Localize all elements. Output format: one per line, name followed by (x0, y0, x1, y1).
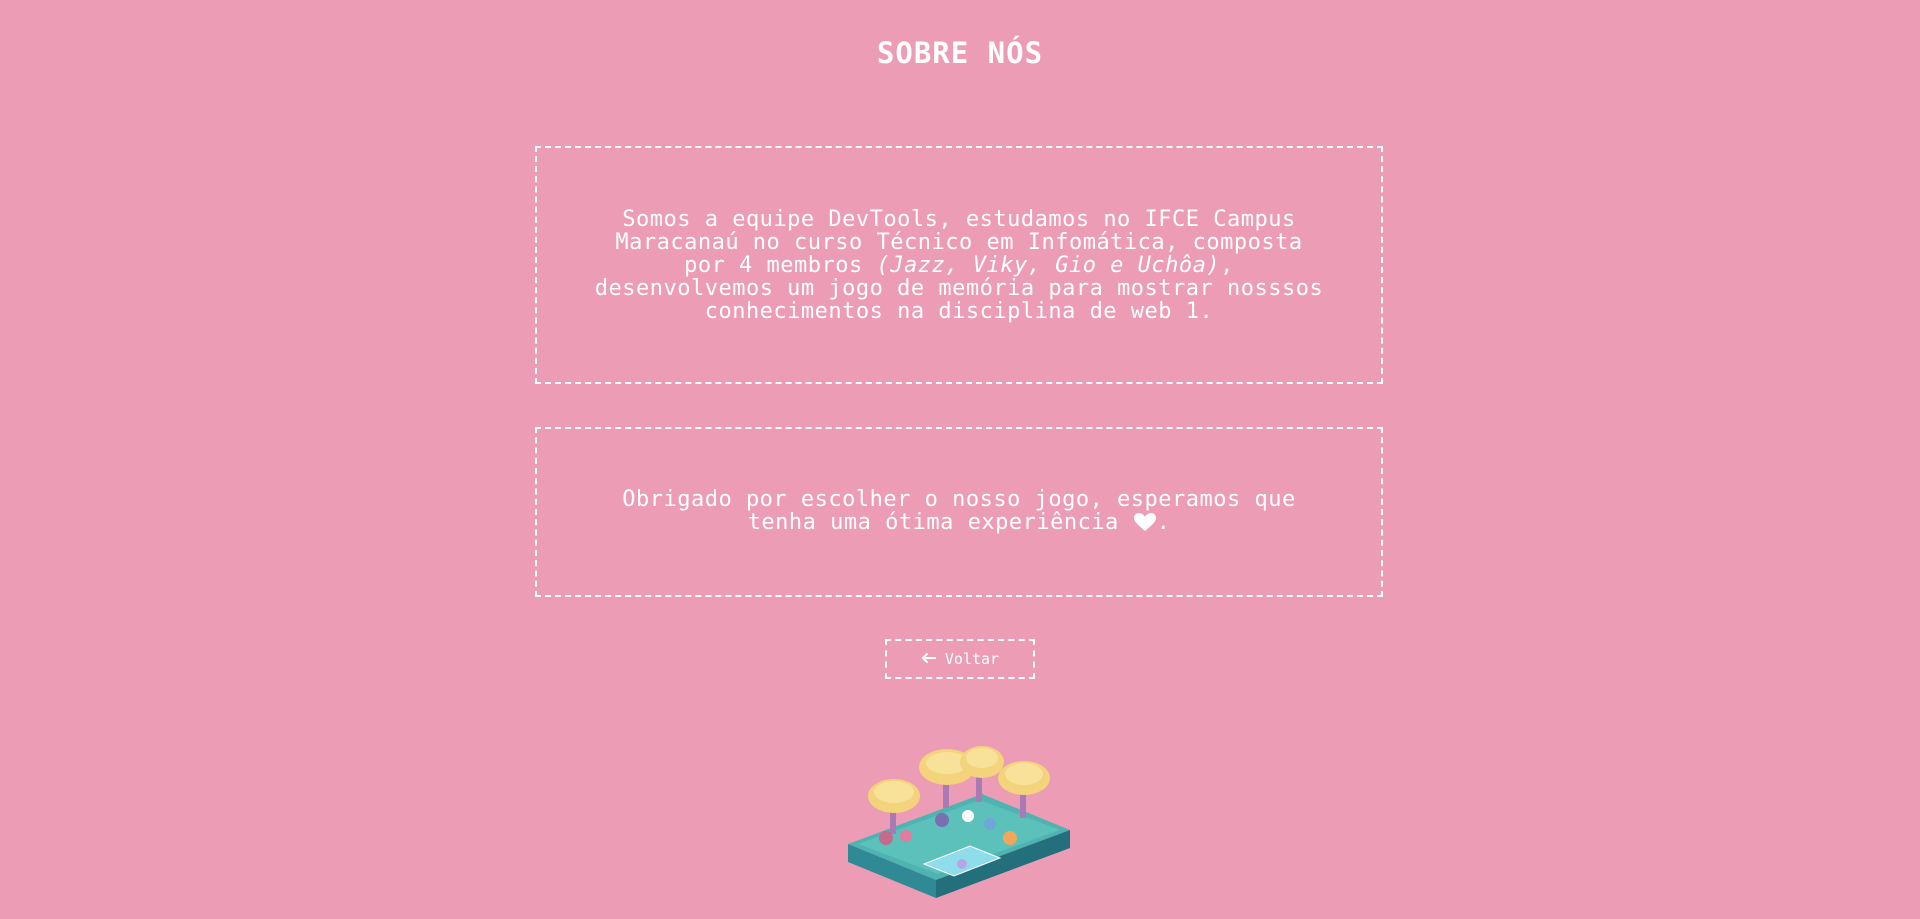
thanks-period: . (1156, 509, 1171, 535)
arrow-left-icon (921, 650, 937, 668)
thanks-text: Obrigado por escolher o nosso jogo, espe… (599, 488, 1319, 537)
isometric-park-illustration (848, 746, 1070, 898)
page-title: SOBRE NÓS (876, 36, 1044, 70)
back-button[interactable]: Voltar (885, 639, 1035, 679)
thanks-card: Obrigado por escolher o nosso jogo, espe… (535, 427, 1383, 597)
back-button-label: Voltar (944, 650, 1000, 668)
about-card: Somos a equipe DevTools, estudamos no IF… (535, 146, 1383, 384)
about-page: SOBRE NÓS Somos a equipe DevTools, estud… (0, 0, 1920, 919)
thanks-message: Obrigado por escolher o nosso jogo, espe… (622, 486, 1296, 535)
about-text: Somos a equipe DevTools, estudamos no IF… (589, 208, 1329, 323)
heart-icon (1133, 512, 1157, 537)
team-members: (Jazz, Viky, Gio e Uchôa) (876, 252, 1221, 278)
